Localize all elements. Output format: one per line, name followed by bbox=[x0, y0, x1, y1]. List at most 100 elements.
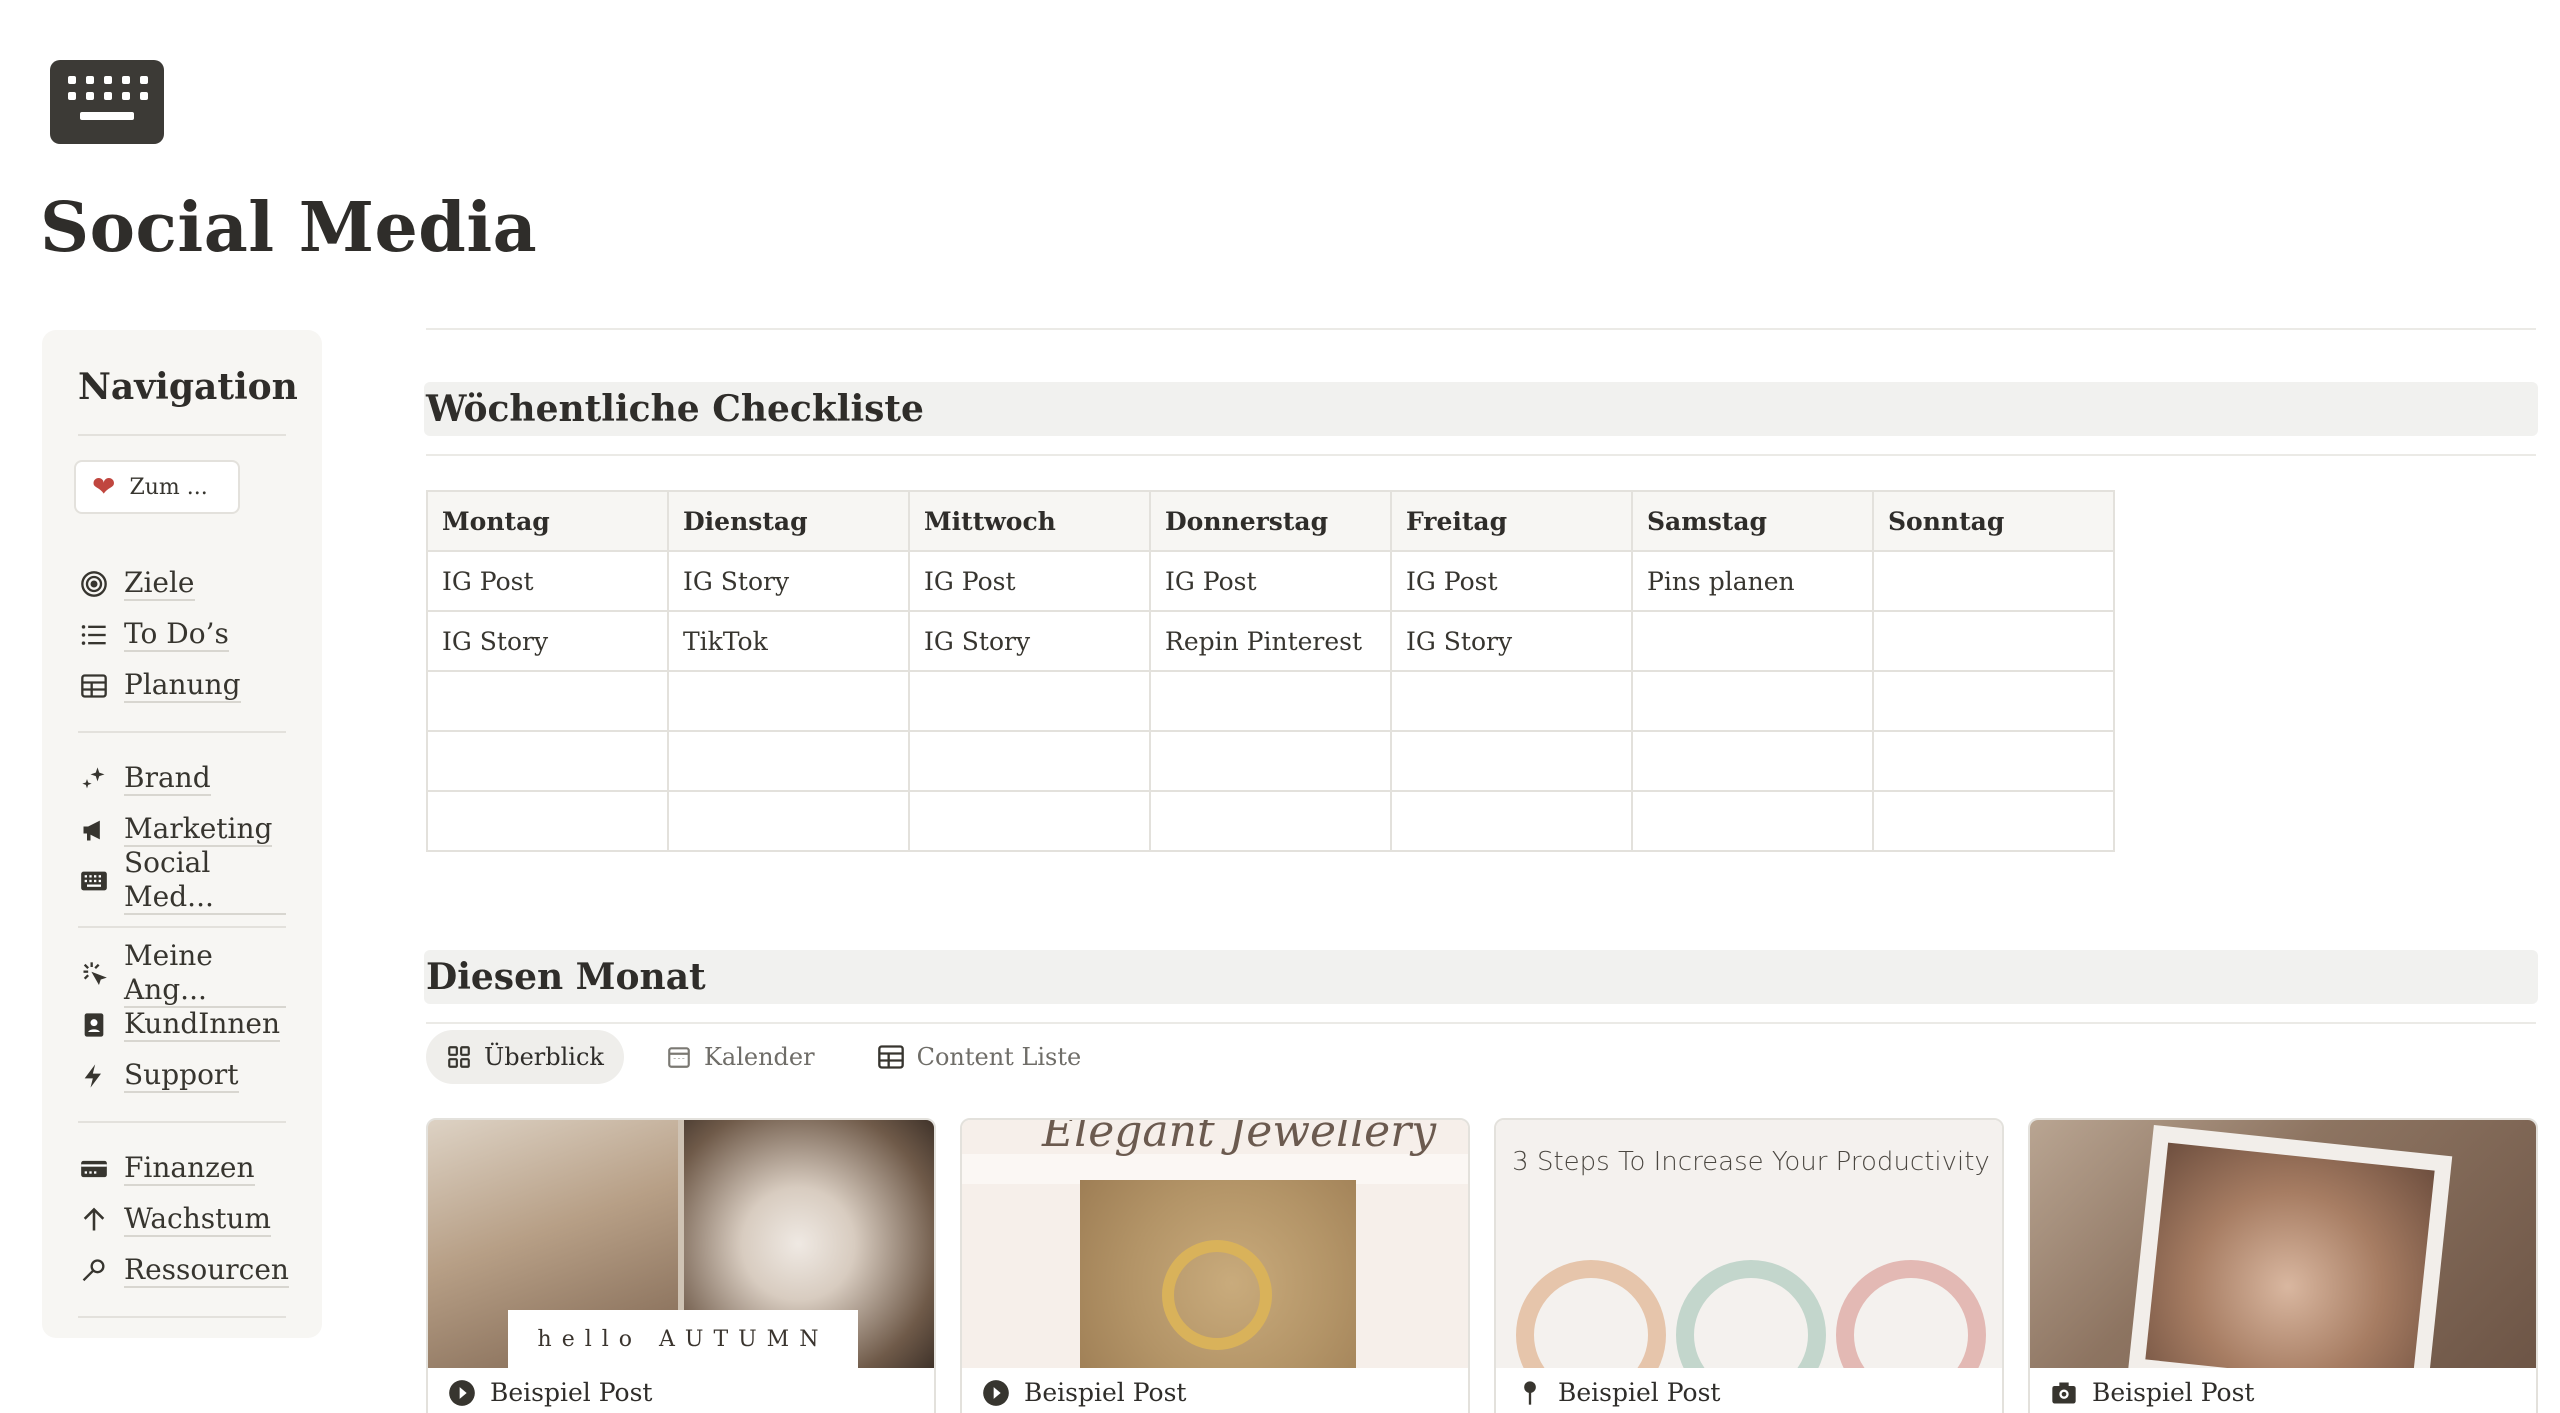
table-cell[interactable] bbox=[908, 790, 1151, 852]
table-cell[interactable] bbox=[426, 730, 669, 792]
table-cell[interactable] bbox=[1872, 610, 2115, 672]
list-icon bbox=[78, 619, 110, 651]
sidebar-item-label: Marketing bbox=[124, 812, 273, 848]
table-cell[interactable]: IG Post bbox=[1390, 550, 1633, 612]
table-cell[interactable]: IG Post bbox=[1149, 550, 1392, 612]
sidebar-item-wachstum[interactable]: Wachstum bbox=[78, 1194, 286, 1245]
column-header[interactable]: Mittwoch bbox=[908, 490, 1151, 552]
gallery-card[interactable]: hello AUTUMN Beispiel Post bbox=[426, 1118, 936, 1413]
card-thumbnail bbox=[2030, 1120, 2536, 1368]
table-cell[interactable] bbox=[1872, 790, 2115, 852]
card-title: Beispiel Post bbox=[490, 1378, 653, 1407]
table-cell[interactable] bbox=[1872, 550, 2115, 612]
page-title: Social Media bbox=[40, 188, 538, 268]
sparkles-icon bbox=[78, 763, 110, 795]
back-button-label: Zum ... bbox=[129, 474, 208, 500]
table-cell[interactable] bbox=[908, 730, 1151, 792]
sidebar-item-label: Planung bbox=[124, 668, 241, 704]
gallery-card[interactable]: Beispiel Post bbox=[2028, 1118, 2538, 1413]
keyboard-icon[interactable] bbox=[50, 60, 164, 144]
card-thumbnail: 3 Steps To Increase Your Productivity bbox=[1496, 1120, 2002, 1368]
table-cell[interactable]: IG Story bbox=[1390, 610, 1633, 672]
column-header[interactable]: Dienstag bbox=[667, 490, 910, 552]
arrow-up-icon bbox=[78, 1204, 110, 1236]
table-cell[interactable] bbox=[426, 790, 669, 852]
column-header[interactable]: Freitag bbox=[1390, 490, 1633, 552]
table-cell[interactable] bbox=[1631, 670, 1874, 732]
navigation-group: Brand Marketing Social Med... bbox=[78, 733, 286, 926]
table-cell[interactable] bbox=[1872, 730, 2115, 792]
table-cell[interactable]: Pins planen bbox=[1631, 550, 1874, 612]
gallery-card[interactable]: 3 Steps To Increase Your Productivity Be… bbox=[1494, 1118, 2004, 1413]
table-cell[interactable] bbox=[667, 670, 910, 732]
table-cell[interactable] bbox=[1631, 790, 1874, 852]
keyboard-icon bbox=[78, 865, 110, 897]
gallery: hello AUTUMN Beispiel Post Elegant Jewel… bbox=[426, 1118, 2538, 1413]
tab-label: Kalender bbox=[703, 1043, 815, 1071]
tab-content-liste[interactable]: Content Liste bbox=[857, 1030, 1102, 1084]
sidebar-item-label: KundInnen bbox=[124, 1007, 281, 1043]
sidebar-item-ressourcen[interactable]: Ressourcen bbox=[78, 1245, 289, 1296]
tab-überblick[interactable]: Überblick bbox=[426, 1030, 624, 1084]
tab-kalender[interactable]: Kalender bbox=[646, 1030, 835, 1084]
table-cell[interactable] bbox=[1390, 790, 1633, 852]
table-cell[interactable]: IG Story bbox=[667, 550, 910, 612]
gallery-card[interactable]: Elegant Jewellery Beispiel Post bbox=[960, 1118, 1470, 1413]
table-cell[interactable] bbox=[1149, 730, 1392, 792]
table-cell[interactable] bbox=[667, 730, 910, 792]
table-cell[interactable] bbox=[667, 790, 910, 852]
table-cell[interactable]: IG Story bbox=[908, 610, 1151, 672]
sidebar-item-planung[interactable]: Planung bbox=[78, 660, 286, 711]
table-cell[interactable] bbox=[426, 670, 669, 732]
table-cell[interactable]: Repin Pinterest bbox=[1149, 610, 1392, 672]
sidebar-item-support[interactable]: Support bbox=[78, 1050, 286, 1101]
card-thumbnail: Elegant Jewellery bbox=[962, 1120, 1468, 1368]
column-header[interactable]: Sonntag bbox=[1872, 490, 2115, 552]
wrench-icon bbox=[78, 1255, 110, 1287]
table-cell[interactable]: TikTok bbox=[667, 610, 910, 672]
table-cell[interactable] bbox=[1149, 670, 1392, 732]
sidebar-item-finanzen[interactable]: Finanzen bbox=[78, 1143, 286, 1194]
table-cell[interactable] bbox=[1390, 670, 1633, 732]
table-cell[interactable] bbox=[1390, 730, 1633, 792]
sidebar-item-ziele[interactable]: Ziele bbox=[78, 558, 286, 609]
table-cell[interactable] bbox=[1872, 670, 2115, 732]
table-icon bbox=[78, 670, 110, 702]
column-header[interactable]: Samstag bbox=[1631, 490, 1874, 552]
table-header-row: Montag Dienstag Mittwoch Donnerstag Freitag S… bbox=[426, 490, 2115, 552]
table-cell[interactable] bbox=[1631, 730, 1874, 792]
navigation-group: Ziele To Do’s Planung bbox=[78, 538, 286, 731]
table-row bbox=[426, 730, 2115, 792]
table-cell[interactable]: IG Story bbox=[426, 610, 669, 672]
table-icon bbox=[877, 1043, 905, 1071]
divider bbox=[426, 328, 2536, 330]
gallery-icon bbox=[446, 1044, 472, 1070]
navigation-group: Finanzen Wachstum Ressourcen bbox=[78, 1123, 289, 1316]
thumbnail-text: 3 Steps To Increase Your Productivity bbox=[1512, 1147, 1990, 1177]
sidebar-item-social-med[interactable]: Social Med... bbox=[78, 846, 286, 916]
table-cell[interactable] bbox=[1149, 790, 1392, 852]
tab-label: Content Liste bbox=[916, 1043, 1082, 1071]
thumbnail-text: Elegant Jewellery bbox=[1042, 1120, 1437, 1157]
table-cell[interactable] bbox=[1631, 610, 1874, 672]
sidebar-item-brand[interactable]: Brand bbox=[78, 753, 286, 804]
column-header[interactable]: Montag bbox=[426, 490, 669, 552]
sidebar-item-meine-ang[interactable]: Meine Ang... bbox=[78, 939, 286, 1009]
sidebar-item-label: Ressourcen bbox=[124, 1253, 289, 1289]
card-title: Beispiel Post bbox=[2092, 1378, 2255, 1407]
weekly-checklist-heading: Wöchentliche Checkliste bbox=[424, 382, 2538, 436]
table-cell[interactable] bbox=[908, 670, 1151, 732]
divider bbox=[78, 1316, 286, 1318]
lightning-icon bbox=[78, 1060, 110, 1092]
table-cell[interactable]: IG Post bbox=[908, 550, 1151, 612]
back-button[interactable]: ❤ Zum ... bbox=[74, 460, 240, 514]
column-header[interactable]: Donnerstag bbox=[1149, 490, 1392, 552]
megaphone-icon bbox=[78, 814, 110, 846]
play-icon bbox=[448, 1379, 476, 1407]
sidebar-item-label: Meine Ang... bbox=[124, 939, 286, 1009]
camera-icon bbox=[2050, 1379, 2078, 1407]
sidebar-item-to-do-s[interactable]: To Do’s bbox=[78, 609, 286, 660]
sidebar-item-kundinnen[interactable]: KundInnen bbox=[78, 999, 286, 1050]
table-cell[interactable]: IG Post bbox=[426, 550, 669, 612]
sidebar-item-label: Social Med... bbox=[124, 846, 286, 916]
